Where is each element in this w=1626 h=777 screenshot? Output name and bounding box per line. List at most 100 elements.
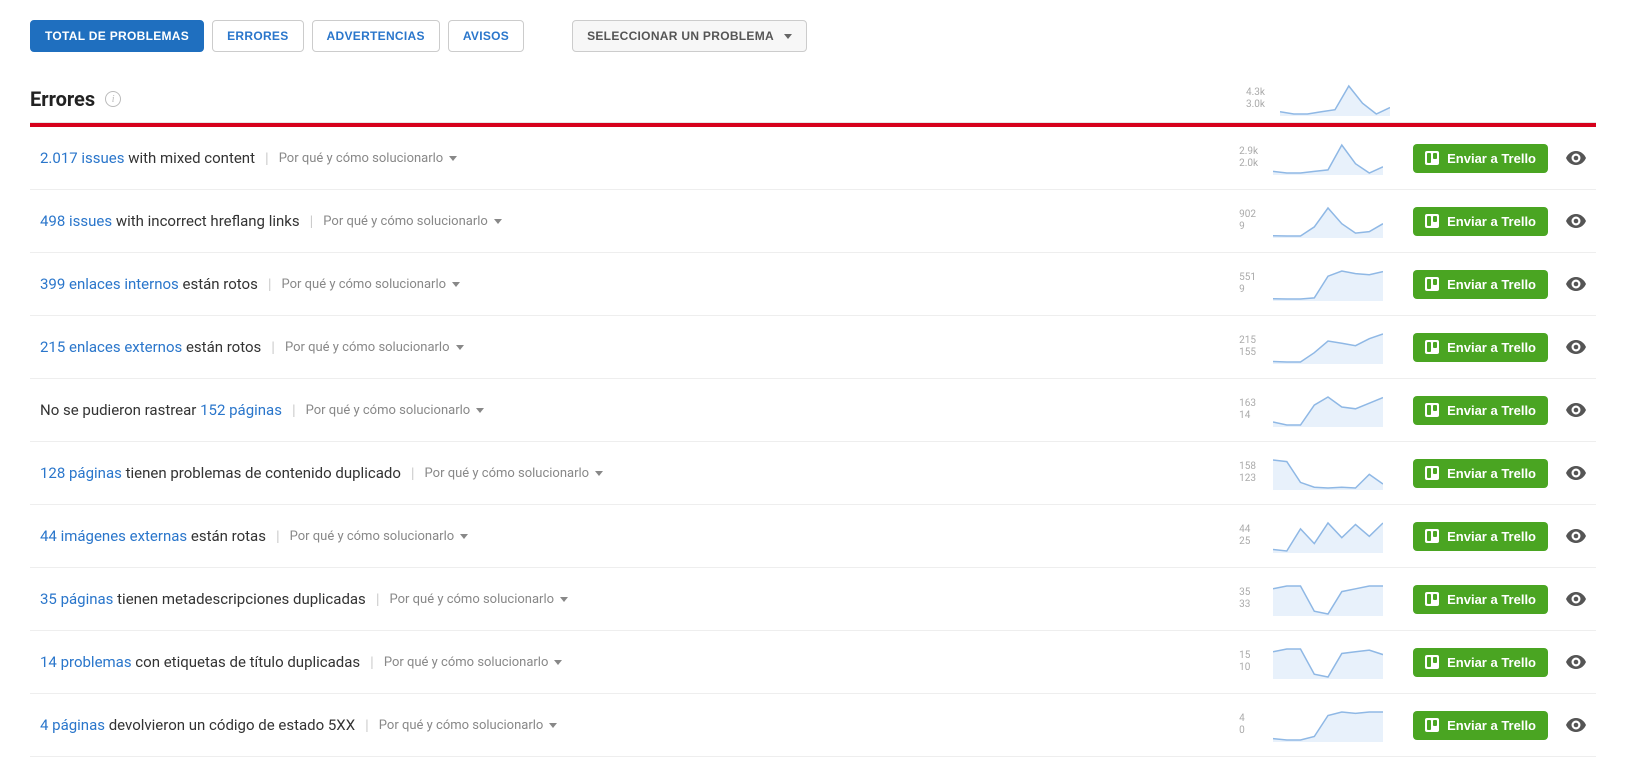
issue-text: 35 páginas tienen metadescripciones dupl… <box>40 590 1239 608</box>
sparkline-cell: 16314 <box>1239 393 1389 427</box>
issue-rest: tienen metadescripciones duplicadas <box>113 590 365 608</box>
info-icon[interactable]: i <box>105 91 121 107</box>
eye-icon[interactable] <box>1566 403 1586 417</box>
send-to-trello-button[interactable]: Enviar a Trello <box>1413 459 1548 488</box>
chevron-down-icon <box>449 156 457 161</box>
spark-high: 35 <box>1239 587 1267 599</box>
sparkline-cell: 5519 <box>1239 267 1389 301</box>
trello-icon <box>1425 340 1439 354</box>
issue-link[interactable]: 399 enlaces internos <box>40 275 179 293</box>
trello-icon <box>1425 592 1439 606</box>
spark-high: 44 <box>1239 524 1267 536</box>
issue-prefix: No se pudieron rastrear <box>40 401 200 419</box>
why-how-toggle[interactable]: Por qué y cómo solucionarlo <box>279 151 458 166</box>
separator: | <box>276 527 280 545</box>
issue-link[interactable]: 215 enlaces externos <box>40 338 182 356</box>
why-label: Por qué y cómo solucionarlo <box>425 466 590 481</box>
tab-warnings[interactable]: ADVERTENCIAS <box>312 20 440 52</box>
trello-label: Enviar a Trello <box>1447 655 1536 670</box>
send-to-trello-button[interactable]: Enviar a Trello <box>1413 522 1548 551</box>
issue-link[interactable]: 4 páginas <box>40 716 105 734</box>
why-how-toggle[interactable]: Por qué y cómo solucionarlo <box>282 277 461 292</box>
section-title: Errores <box>30 87 95 111</box>
issue-link[interactable]: 128 páginas <box>40 464 122 482</box>
trello-label: Enviar a Trello <box>1447 214 1536 229</box>
separator: | <box>271 338 275 356</box>
chevron-down-icon <box>549 723 557 728</box>
issue-row: No se pudieron rastrear 152 páginas | Por … <box>30 379 1596 442</box>
why-how-toggle[interactable]: Por qué y cómo solucionarlo <box>323 214 502 229</box>
issue-rest: están rotos <box>179 275 258 293</box>
issue-text: 498 issues with incorrect hreflang links… <box>40 212 1239 230</box>
eye-icon[interactable] <box>1566 655 1586 669</box>
dropdown-label: SELECCIONAR UN PROBLEMA <box>587 29 774 43</box>
issue-text: 215 enlaces externos están rotos|Por qué… <box>40 338 1239 356</box>
eye-icon[interactable] <box>1566 151 1586 165</box>
eye-icon[interactable] <box>1566 592 1586 606</box>
eye-icon[interactable] <box>1566 718 1586 732</box>
eye-icon[interactable] <box>1566 340 1586 354</box>
why-how-toggle[interactable]: Por qué y cómo solucionarlo <box>306 403 485 418</box>
why-how-toggle[interactable]: Por qué y cómo solucionarlo <box>285 340 464 355</box>
why-how-toggle[interactable]: Por qué y cómo solucionarlo <box>389 592 568 607</box>
send-to-trello-button[interactable]: Enviar a Trello <box>1413 270 1548 299</box>
tab-total-problems[interactable]: TOTAL DE PROBLEMAS <box>30 20 204 52</box>
issue-link[interactable]: 2.017 issues <box>40 149 125 167</box>
why-label: Por qué y cómo solucionarlo <box>384 655 549 670</box>
separator: | <box>292 401 296 419</box>
issue-text: 2.017 issues with mixed content|Por qué … <box>40 149 1239 167</box>
spark-low: 2.0k <box>1239 158 1267 170</box>
why-label: Por qué y cómo solucionarlo <box>282 277 447 292</box>
send-to-trello-button[interactable]: Enviar a Trello <box>1413 648 1548 677</box>
spark-high: 2.9k <box>1239 146 1267 158</box>
issue-text: No se pudieron rastrear 152 páginas | Por … <box>40 401 1239 419</box>
why-label: Por qué y cómo solucionarlo <box>279 151 444 166</box>
issue-row: 498 issues with incorrect hreflang links… <box>30 190 1596 253</box>
eye-icon[interactable] <box>1566 466 1586 480</box>
header-sparkline: 4.3k 3.0k <box>1246 82 1396 116</box>
eye-icon[interactable] <box>1566 214 1586 228</box>
issue-link[interactable]: 14 problemas <box>40 653 132 671</box>
sparkline-cell: 4425 <box>1239 519 1389 553</box>
why-how-toggle[interactable]: Por qué y cómo solucionarlo <box>425 466 604 481</box>
separator: | <box>268 275 272 293</box>
send-to-trello-button[interactable]: Enviar a Trello <box>1413 396 1548 425</box>
chevron-down-icon <box>560 597 568 602</box>
issue-link[interactable]: 44 imágenes externas <box>40 527 187 545</box>
chevron-down-icon <box>456 345 464 350</box>
sparkline-cell: 3533 <box>1239 582 1389 616</box>
issue-link[interactable]: 152 páginas <box>200 401 282 419</box>
trello-label: Enviar a Trello <box>1447 718 1536 733</box>
send-to-trello-button[interactable]: Enviar a Trello <box>1413 144 1548 173</box>
sparkline-chart <box>1280 82 1390 116</box>
issue-rest: devolvieron un código de estado 5XX <box>105 716 355 734</box>
tab-notices[interactable]: AVISOS <box>448 20 524 52</box>
why-how-toggle[interactable]: Por qué y cómo solucionarlo <box>379 718 558 733</box>
sparkline-chart <box>1273 393 1383 427</box>
send-to-trello-button[interactable]: Enviar a Trello <box>1413 585 1548 614</box>
send-to-trello-button[interactable]: Enviar a Trello <box>1413 207 1548 236</box>
issue-link[interactable]: 498 issues <box>40 212 112 230</box>
chevron-down-icon <box>595 471 603 476</box>
issue-rest: están rotas <box>187 527 266 545</box>
sparkline-chart <box>1273 582 1383 616</box>
send-to-trello-button[interactable]: Enviar a Trello <box>1413 711 1548 740</box>
tabs-bar: TOTAL DE PROBLEMAS ERRORES ADVERTENCIAS … <box>30 20 1596 52</box>
chevron-down-icon <box>494 219 502 224</box>
issue-link[interactable]: 35 páginas <box>40 590 113 608</box>
why-label: Por qué y cómo solucionarlo <box>379 718 544 733</box>
spark-high: 902 <box>1239 209 1267 221</box>
why-label: Por qué y cómo solucionarlo <box>285 340 450 355</box>
spark-high: 4.3k <box>1246 87 1274 99</box>
eye-icon[interactable] <box>1566 529 1586 543</box>
why-how-toggle[interactable]: Por qué y cómo solucionarlo <box>384 655 563 670</box>
trello-label: Enviar a Trello <box>1447 403 1536 418</box>
eye-icon[interactable] <box>1566 277 1586 291</box>
chevron-down-icon <box>452 282 460 287</box>
send-to-trello-button[interactable]: Enviar a Trello <box>1413 333 1548 362</box>
why-how-toggle[interactable]: Por qué y cómo solucionarlo <box>290 529 469 544</box>
tab-errors[interactable]: ERRORES <box>212 20 303 52</box>
trello-label: Enviar a Trello <box>1447 151 1536 166</box>
select-problem-dropdown[interactable]: SELECCIONAR UN PROBLEMA <box>572 20 807 52</box>
trello-label: Enviar a Trello <box>1447 529 1536 544</box>
